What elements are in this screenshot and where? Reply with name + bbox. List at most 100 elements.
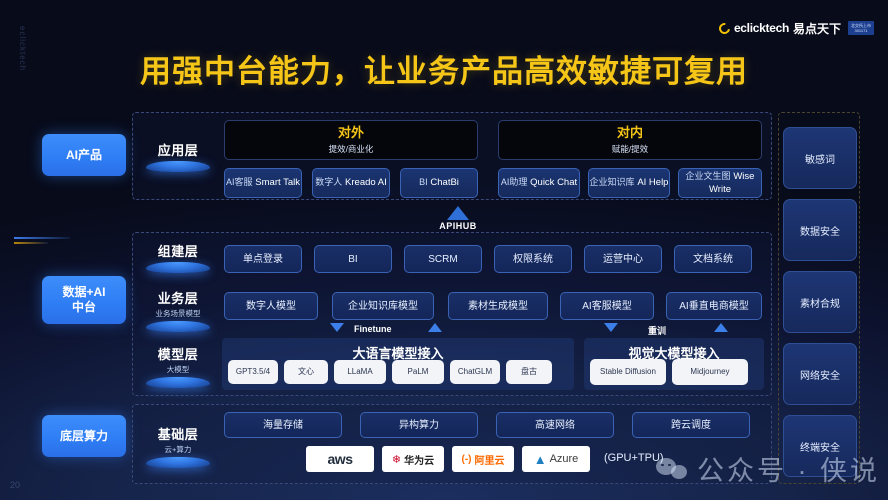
page-title: 用强中台能力，让业务产品高效敏捷可复用 <box>140 54 748 89</box>
app-card-wise-write-cn: 企业文生图 <box>685 170 731 181</box>
huawei-petal-icon: ❄ <box>391 453 402 466</box>
component-layer-title: 组建层 <box>157 244 199 259</box>
wechat-icon <box>656 456 690 482</box>
stock-code-badge: 北交所上市 301171 <box>848 21 874 35</box>
model-layer-tag: 模型层 大模型 <box>142 344 214 388</box>
llm-pill-gpt-label: GPT3.5/4 <box>235 367 271 377</box>
vendor-logo-azure-label: Azure <box>549 453 579 465</box>
infra-layer-title: 基础层 <box>157 427 199 442</box>
vision-pill-stable-diffusion[interactable]: Stable Diffusion <box>590 359 666 385</box>
llm-pill-llama[interactable]: LLaMA <box>334 360 386 384</box>
infra-card-network[interactable]: 高速网络 <box>496 412 614 438</box>
llm-pill-pangu[interactable]: 盘古 <box>506 360 552 384</box>
business-card-vertical-ecom[interactable]: AI垂直电商模型 <box>666 292 762 320</box>
app-card-wise-write[interactable]: 企业文生图 Wise Write <box>678 168 762 198</box>
business-card-digital-human-label: 数字人模型 <box>246 300 296 312</box>
component-card-permission-label: 权限系统 <box>513 253 553 265</box>
infra-note: (GPU+TPU) <box>604 452 664 464</box>
vendor-logo-aws: aws <box>306 446 374 472</box>
vendor-logo-aliyun: (-) 阿里云 <box>452 446 514 472</box>
logo-en-text: eclicktech <box>733 21 789 35</box>
crescent-icon <box>716 20 733 36</box>
business-card-vertical-ecom-label: AI垂直电商模型 <box>679 300 749 312</box>
arrow-down-icon-finetune <box>330 323 344 332</box>
external-subtitle: 提效/商业化 <box>328 143 374 154</box>
component-card-sso[interactable]: 单点登录 <box>224 245 302 273</box>
layer-base-glow <box>146 457 210 468</box>
component-card-document-label: 文档系统 <box>693 253 733 265</box>
arrow-up-icon-finetune <box>428 323 442 332</box>
left-rail: AI产品 数据+AI 中台 底层算力 <box>14 110 126 485</box>
brand-logo: eclicktech 易点天下 北交所上市 301171 <box>716 20 874 36</box>
infra-card-storage[interactable]: 海量存储 <box>224 412 342 438</box>
business-card-knowledge-base[interactable]: 企业知识库模型 <box>332 292 434 320</box>
app-card-quick-chat[interactable]: AI助理 Quick Chat <box>498 168 580 198</box>
infra-card-compute[interactable]: 异构算力 <box>360 412 478 438</box>
app-card-kreado-ai[interactable]: 数字人 Kreado AI <box>312 168 390 198</box>
llm-pill-ernie-label: 文心 <box>298 367 314 377</box>
right-rail-item-network-security[interactable]: 网络安全 <box>783 343 857 405</box>
vision-pill-stable-diffusion-label: Stable Diffusion <box>600 367 656 377</box>
app-card-smart-talk-cn: AI客服 <box>226 177 253 188</box>
vision-pill-midjourney-label: Midjourney <box>690 367 730 377</box>
app-card-ai-help-cn: 企业知识库 <box>589 177 635 188</box>
left-rail-item-data-ai-platform[interactable]: 数据+AI 中台 <box>42 276 126 324</box>
infra-card-cross-cloud[interactable]: 跨云调度 <box>632 412 750 438</box>
app-card-chatbi[interactable]: BI ChatBi <box>400 168 478 198</box>
apihub-label: APIHUB <box>439 221 477 231</box>
right-rail-item-data-security[interactable]: 数据安全 <box>783 199 857 261</box>
logo-cn-text: 易点天下 <box>792 21 841 36</box>
component-card-scrm-label: SCRM <box>428 253 458 265</box>
arrow-down-icon-retrain <box>604 323 618 332</box>
arrow-up-icon-retrain <box>714 323 728 332</box>
infra-card-cross-cloud-label: 跨云调度 <box>671 419 711 431</box>
business-card-digital-human[interactable]: 数字人模型 <box>224 292 318 320</box>
component-layer-tag: 组建层 <box>142 241 214 273</box>
component-card-document[interactable]: 文档系统 <box>674 245 752 273</box>
internal-subtitle: 赋能/提效 <box>611 143 649 154</box>
left-rail-item-ai-products[interactable]: AI产品 <box>42 134 126 176</box>
internal-banner: 对内 赋能/提效 <box>498 120 762 160</box>
component-card-scrm[interactable]: SCRM <box>404 245 482 273</box>
app-card-quick-chat-en: Quick Chat <box>530 177 578 189</box>
component-card-sso-label: 单点登录 <box>243 253 283 265</box>
app-card-smart-talk[interactable]: AI客服 Smart Talk <box>224 168 302 198</box>
right-rail-item-sensitive-words[interactable]: 敏感词 <box>783 127 857 189</box>
app-card-ai-help[interactable]: 企业知识库 AI Help <box>588 168 670 198</box>
component-card-permission[interactable]: 权限系统 <box>494 245 572 273</box>
watermark-text: 公众号 · 侠说 <box>697 456 880 486</box>
right-rail: 敏感词 数据安全 素材合规 网络安全 终端安全 <box>778 112 860 484</box>
azure-triangle-icon: ▲ <box>533 451 547 467</box>
right-rail-item-content-compliance[interactable]: 素材合规 <box>783 271 857 333</box>
llm-pill-pangu-label: 盘古 <box>521 367 537 377</box>
llm-pill-chatglm[interactable]: ChatGLM <box>450 360 500 384</box>
llm-pill-gpt[interactable]: GPT3.5/4 <box>228 360 278 384</box>
vendor-logo-huawei-cloud-label: 华为云 <box>404 455 435 467</box>
model-layer-title: 模型层 <box>157 347 199 362</box>
infra-layer-tag: 基础层 云+算力 <box>142 424 214 468</box>
llm-pill-ernie[interactable]: 文心 <box>284 360 328 384</box>
vendor-logo-aws-label: aws <box>327 451 353 467</box>
stock-code-line2: 301171 <box>854 28 868 33</box>
llm-pill-chatglm-label: ChatGLM <box>457 367 493 377</box>
component-card-bi[interactable]: BI <box>314 245 392 273</box>
llm-pill-palm-label: PaLM <box>407 367 429 377</box>
business-card-ai-service[interactable]: AI客服模型 <box>560 292 654 320</box>
watermark: 公众号 · 侠说 <box>656 449 880 488</box>
finetune-label: Finetune <box>354 324 392 334</box>
layer-base-glow <box>146 262 210 273</box>
app-card-chatbi-cn: BI <box>419 177 428 188</box>
app-card-smart-talk-en: Smart Talk <box>255 177 300 189</box>
business-card-asset-gen[interactable]: 素材生成模型 <box>448 292 548 320</box>
component-card-operation[interactable]: 运营中心 <box>584 245 662 273</box>
component-card-operation-label: 运营中心 <box>603 253 643 265</box>
vision-pill-midjourney[interactable]: Midjourney <box>672 359 748 385</box>
application-layer-title: 应用层 <box>157 143 199 158</box>
left-rail-item-infrastructure[interactable]: 底层算力 <box>42 415 126 457</box>
llm-pill-palm[interactable]: PaLM <box>392 360 444 384</box>
business-layer-title: 业务层 <box>157 291 199 306</box>
layer-base-glow <box>146 377 210 388</box>
vendor-logo-aliyun-label: 阿里云 <box>474 455 505 467</box>
business-card-knowledge-base-label: 企业知识库模型 <box>348 300 418 312</box>
app-card-kreado-ai-cn: 数字人 <box>315 177 343 188</box>
